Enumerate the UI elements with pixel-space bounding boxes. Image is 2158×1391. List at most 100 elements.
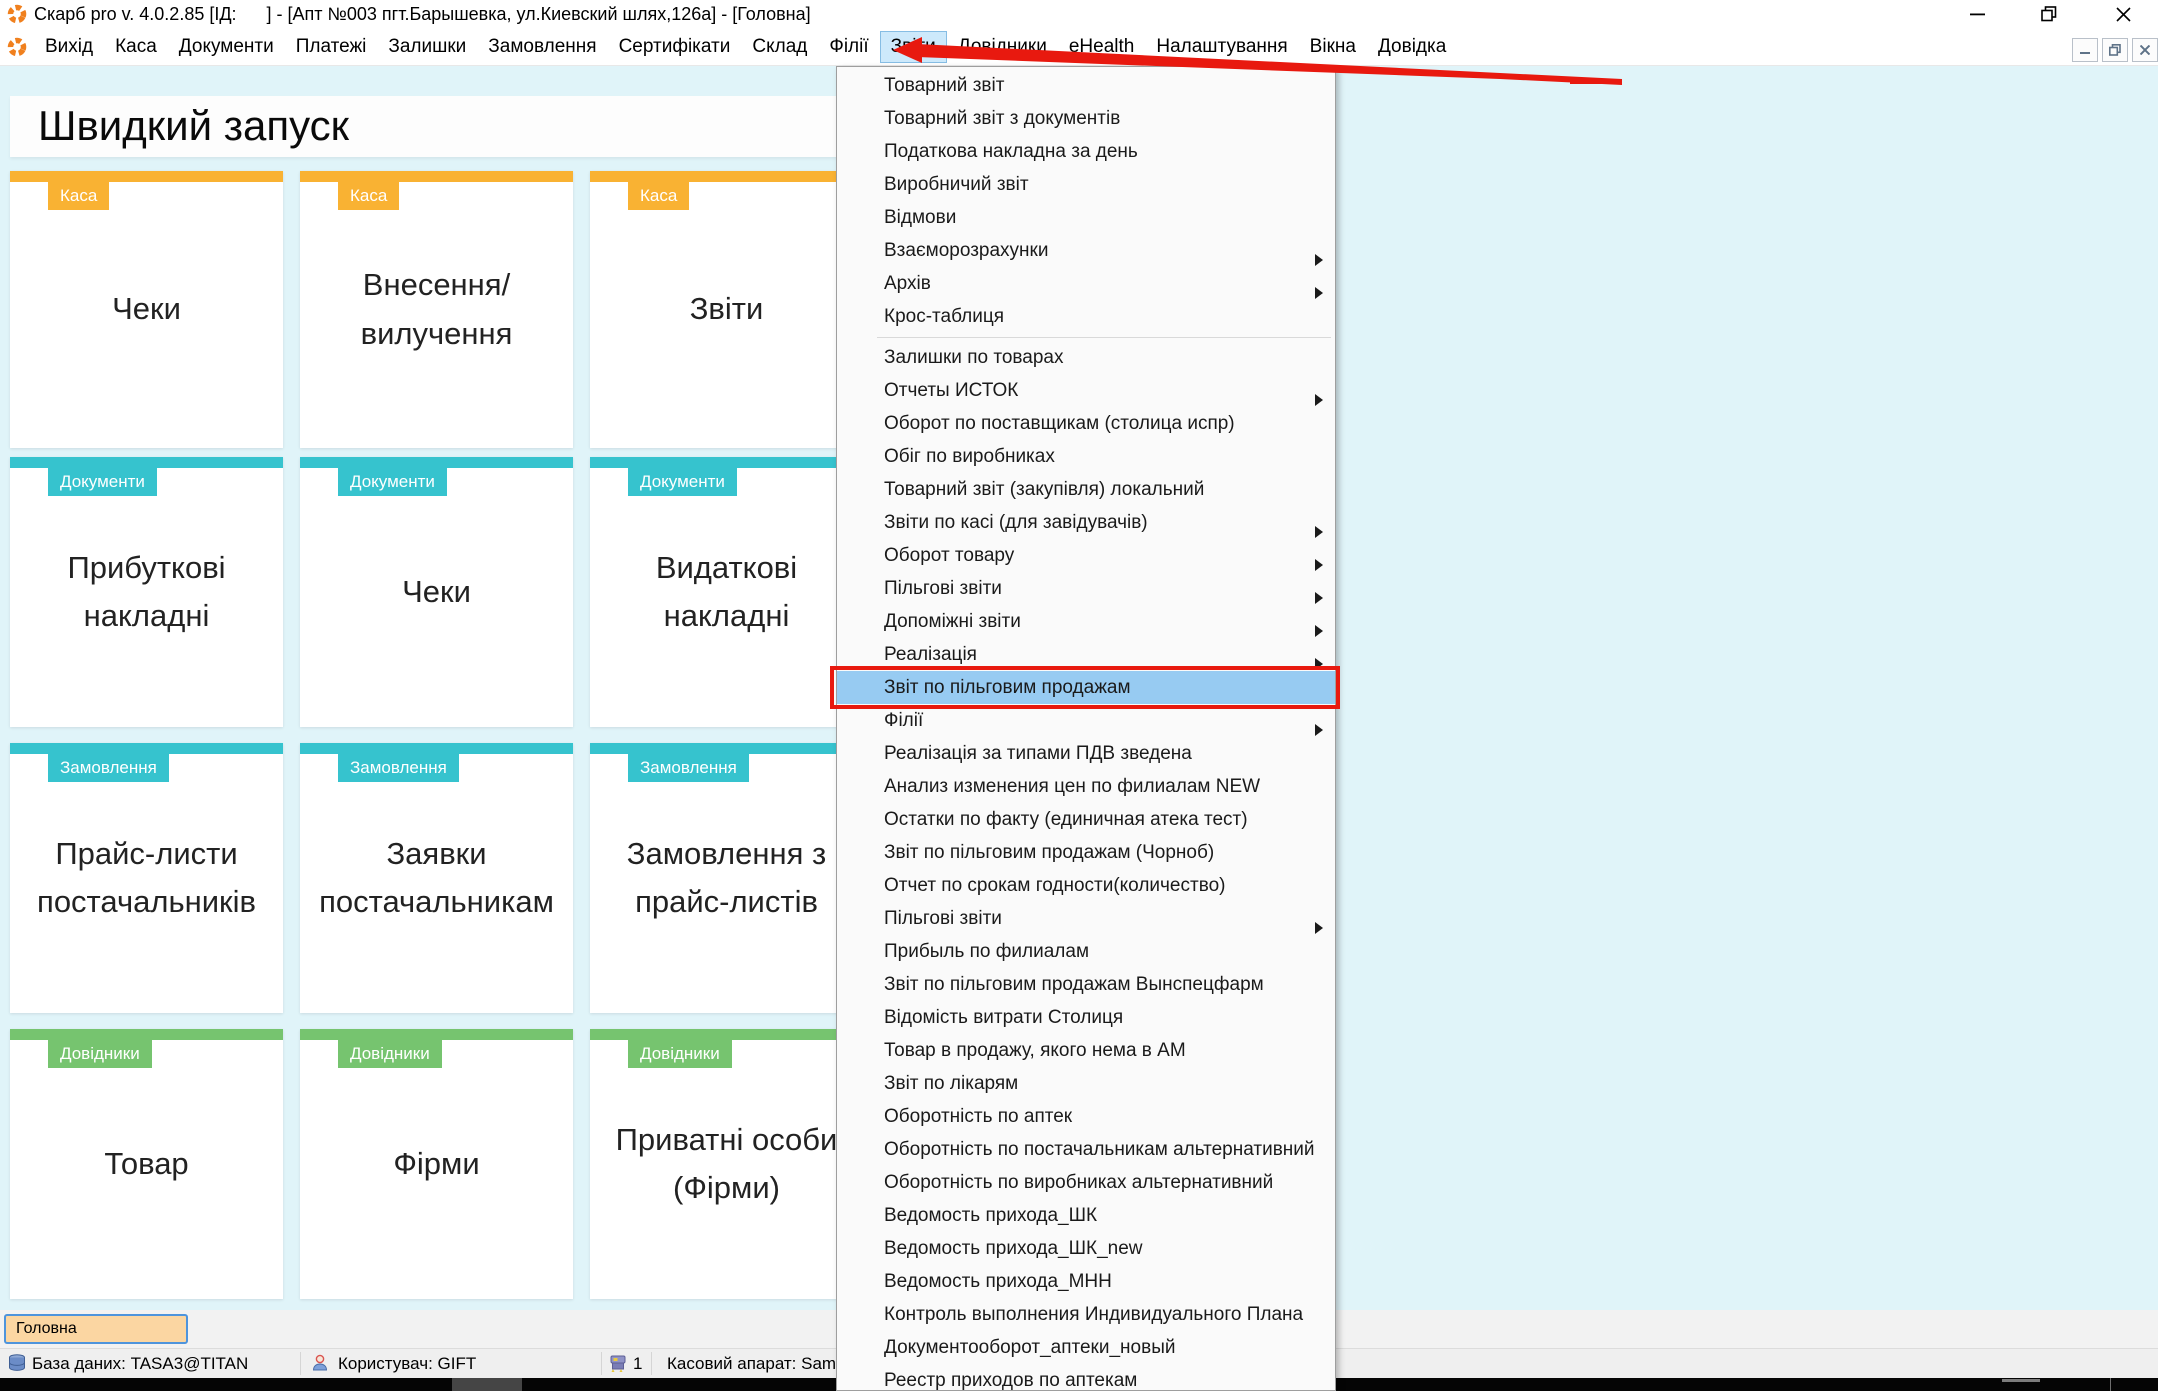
menu-item-label: Філії: [884, 710, 923, 731]
tile-Чеки[interactable]: ДокументиЧеки: [300, 457, 573, 727]
menu-item[interactable]: Пільгові звіти: [837, 572, 1335, 605]
tile-Внесення/вилучення[interactable]: КасаВнесення/вилучення: [300, 171, 573, 448]
menu-item[interactable]: Обіг по виробниках: [837, 440, 1335, 473]
menu-item[interactable]: Прибыль по филиалам: [837, 935, 1335, 968]
menubar-item-Довідники[interactable]: Довідники: [947, 31, 1058, 63]
menu-item[interactable]: Реалізація за типами ПДВ зведена: [837, 737, 1335, 770]
menu-item[interactable]: Взаєморозрахунки: [837, 234, 1335, 267]
mdi-restore-button[interactable]: [2102, 38, 2128, 62]
menu-item-label: Архів: [884, 273, 931, 294]
menubar-item-Довідка[interactable]: Довідка: [1367, 31, 1457, 63]
menu-item[interactable]: Оборотність по виробниках альтернативний: [837, 1166, 1335, 1199]
application-window: Скарб pro v. 4.0.2.85 [ІД: ] - [Апт №003…: [0, 0, 2158, 1391]
tile-Приватні особи (Фірми)[interactable]: ДовідникиПриватні особи (Фірми): [590, 1029, 863, 1299]
menu-item[interactable]: Товарний звіт з документів: [837, 102, 1335, 135]
tile-label: Видаткові накладні: [600, 468, 853, 716]
menu-item[interactable]: Оборотність по аптек: [837, 1100, 1335, 1133]
menu-item-label: Звіт по лікарям: [884, 1073, 1018, 1094]
mdi-minimize-button[interactable]: [2072, 38, 2098, 62]
menu-item[interactable]: Податкова накладна за день: [837, 135, 1335, 168]
mdi-close-button[interactable]: [2132, 38, 2158, 62]
tile-label: Замовлення з прайс-листів: [600, 754, 853, 1002]
menu-item[interactable]: Відомість витрати Столиця: [837, 1001, 1335, 1034]
menu-item[interactable]: Звіт по пільговим продажам (Чорноб): [837, 836, 1335, 869]
tile-Замовлення з прайс-листів[interactable]: ЗамовленняЗамовлення з прайс-листів: [590, 743, 863, 1013]
menu-item[interactable]: Допоміжні звіти: [837, 605, 1335, 638]
menubar-item-Склад[interactable]: Склад: [741, 31, 818, 63]
menu-item[interactable]: Анализ изменения цен по филиалам NEW: [837, 770, 1335, 803]
menu-item[interactable]: Товарний звіт: [837, 69, 1335, 102]
menu-item[interactable]: Крос-таблиця: [837, 300, 1335, 333]
menubar-item-Залишки[interactable]: Залишки: [377, 31, 477, 63]
taskbar-app-button[interactable]: [452, 1378, 522, 1391]
menu-item[interactable]: Звіти по касі (для завідувачів): [837, 506, 1335, 539]
menu-item-label: Контроль выполнения Индивидуального План…: [884, 1304, 1303, 1325]
tile-Фірми[interactable]: ДовідникиФірми: [300, 1029, 573, 1299]
menu-item-label: Товарний звіт з документів: [884, 108, 1120, 129]
menu-item[interactable]: Виробничий звіт: [837, 168, 1335, 201]
reports-dropdown-menu: Товарний звіт Товарний звіт з документів П…: [836, 66, 1336, 1391]
restore-button[interactable]: [2026, 0, 2072, 28]
tile-Видаткові накладні[interactable]: ДокументиВидаткові накладні: [590, 457, 863, 727]
close-button[interactable]: [2100, 0, 2146, 28]
menubar-item-Замовлення[interactable]: Замовлення: [477, 31, 607, 63]
menu-item-label: Пільгові звіти: [884, 908, 1002, 929]
database-icon: [7, 1353, 27, 1373]
menu-item[interactable]: Документооборот_аптеки_новый: [837, 1331, 1335, 1364]
minimize-button[interactable]: [1954, 0, 2000, 28]
tile-category-bar: [590, 457, 863, 468]
tile-Прибуткові накладні[interactable]: ДокументиПрибуткові накладні: [10, 457, 283, 727]
tile-category-bar: [10, 171, 283, 182]
menu-item[interactable]: Товар в продажу, якого нема в АМ: [837, 1034, 1335, 1067]
menu-item[interactable]: Отчет по срокам годности(количество): [837, 869, 1335, 902]
menubar-item-eHealth[interactable]: eHealth: [1058, 31, 1146, 63]
menu-item[interactable]: Оборотність по постачальникам альтернати…: [837, 1133, 1335, 1166]
menubar-item-Документи[interactable]: Документи: [168, 31, 285, 63]
tile-Товар[interactable]: ДовідникиТовар: [10, 1029, 283, 1299]
menubar-item-Звіти[interactable]: Звіти: [880, 31, 947, 63]
menu-item[interactable]: Оборот товару: [837, 539, 1335, 572]
menu-item[interactable]: Контроль выполнения Индивидуального План…: [837, 1298, 1335, 1331]
tile-label: Приватні особи (Фірми): [600, 1040, 853, 1288]
menubar-item-Платежі[interactable]: Платежі: [285, 31, 378, 63]
menu-item-label: Крос-таблиця: [884, 306, 1004, 327]
tile-category-bar: [300, 1029, 573, 1040]
window-title: Скарб pro v. 4.0.2.85 [ІД: ] - [Апт №003…: [34, 4, 811, 25]
tile-Звіти[interactable]: КасаЗвіти: [590, 171, 863, 448]
menu-item[interactable]: Остатки по факту (единичная атека тест): [837, 803, 1335, 836]
menu-item[interactable]: Відмови: [837, 201, 1335, 234]
menu-item[interactable]: Оборот по поставщикам (столица испр): [837, 407, 1335, 440]
menu-item[interactable]: Звіт по лікарям: [837, 1067, 1335, 1100]
menubar-item-Вихід[interactable]: Вихід: [34, 31, 104, 63]
menu-item[interactable]: Ведомость прихода_МНН: [837, 1265, 1335, 1298]
tab-home[interactable]: Головна: [4, 1314, 188, 1344]
menubar-item-Каса[interactable]: Каса: [104, 31, 168, 63]
menu-item-label: Оборотність по виробниках альтернативний: [884, 1172, 1273, 1193]
menu-item-label: Податкова накладна за день: [884, 141, 1138, 162]
menu-item[interactable]: Архів: [837, 267, 1335, 300]
menu-item-label: Реестр приходов по аптекам: [884, 1370, 1137, 1391]
tile-Прайс-листи постачальників[interactable]: ЗамовленняПрайс-листи постачальників: [10, 743, 283, 1013]
menu-item[interactable]: Реестр приходов по аптекам: [837, 1364, 1335, 1391]
menu-item[interactable]: Залишки по товарах: [837, 341, 1335, 374]
tile-category-bar: [10, 1029, 283, 1040]
menu-item[interactable]: Товарний звіт (закупівля) локальний: [837, 473, 1335, 506]
taskbar-clock-sliver: [2002, 1379, 2040, 1382]
app-logo-icon: [7, 4, 27, 24]
menu-item[interactable]: Пільгові звіти: [837, 902, 1335, 935]
menu-item[interactable]: Ведомость прихода_ШК_new: [837, 1232, 1335, 1265]
menubar-item-Налаштування[interactable]: Налаштування: [1145, 31, 1298, 63]
status-separator: [300, 1352, 301, 1375]
menubar-item-Вікна[interactable]: Вікна: [1299, 31, 1367, 63]
menubar-item-Філії[interactable]: Філії: [818, 31, 879, 63]
menu-item[interactable]: Ведомость прихода_ШК: [837, 1199, 1335, 1232]
tile-Заявки постачальникам[interactable]: ЗамовленняЗаявки постачальникам: [300, 743, 573, 1013]
menubar-item-Сертифікати[interactable]: Сертифікати: [608, 31, 742, 63]
user-icon: [310, 1353, 330, 1373]
menu-item[interactable]: Отчеты ИСТОК: [837, 374, 1335, 407]
tile-label: Заявки постачальникам: [310, 754, 563, 1002]
menu-item[interactable]: Звіт по пільговим продажам Вынспецфарм: [837, 968, 1335, 1001]
menu-item-label: Оборотність по аптек: [884, 1106, 1072, 1127]
menu-item-label: Ведомость прихода_ШК: [884, 1205, 1097, 1226]
tile-Чеки[interactable]: КасаЧеки: [10, 171, 283, 448]
